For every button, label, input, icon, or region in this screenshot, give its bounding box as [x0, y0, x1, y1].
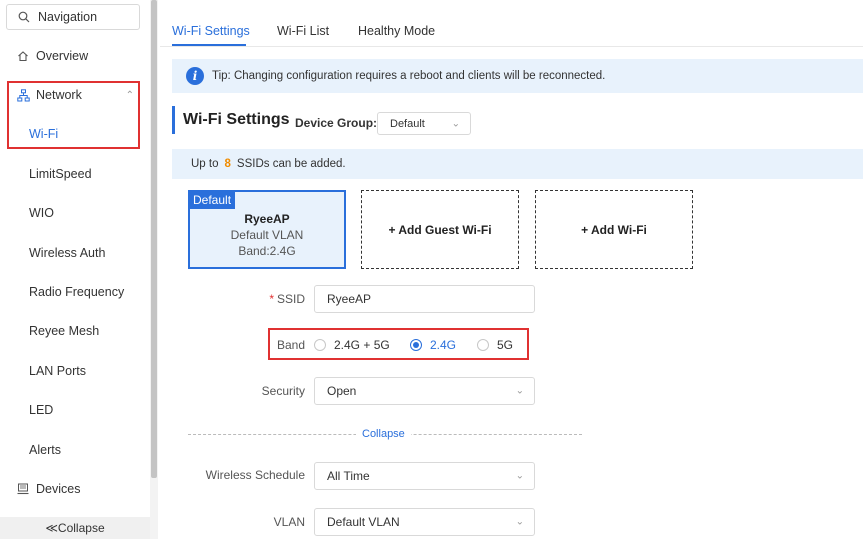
- device-group-select[interactable]: Default ⌄: [377, 112, 471, 135]
- wifi-card-band: Band:2.4G: [238, 243, 296, 258]
- sidebar-item-label: LED: [29, 403, 54, 417]
- collapse-link[interactable]: Collapse: [356, 428, 411, 440]
- device-group-label: Device Group:: [295, 116, 378, 130]
- wifi-card-ssid: RyeeAP: [244, 211, 290, 226]
- ssid-label: * SSID: [160, 292, 305, 306]
- sidebar-collapse-button[interactable]: ≪Collapse: [0, 517, 150, 539]
- sidebar-item-overview[interactable]: Overview: [0, 46, 150, 66]
- chevron-down-icon: ⌄: [515, 516, 524, 528]
- band-option-label: 5G: [497, 338, 514, 352]
- sidebar-item-network[interactable]: Network ⌃: [0, 85, 150, 105]
- sidebar-item-led[interactable]: LED: [0, 400, 150, 420]
- wireless-schedule-label: Wireless Schedule: [205, 468, 305, 482]
- network-icon: [16, 88, 30, 102]
- wifi-card-vlan: Default VLAN: [230, 227, 304, 242]
- ssid-limit-count: 8: [224, 158, 231, 170]
- sidebar-item-limitspeed[interactable]: LimitSpeed: [0, 164, 150, 184]
- sidebar-item-label: Wi-Fi: [29, 127, 59, 141]
- sidebar-item-wio[interactable]: WIO: [0, 203, 150, 223]
- sidebar-item-label: LimitSpeed: [29, 167, 92, 181]
- ssid-limit-info: Up to 8 SSIDs can be added.: [172, 149, 863, 179]
- search-icon: [17, 11, 31, 23]
- ssid-input-value: RyeeAP: [327, 292, 372, 306]
- sidebar-item-label: Reyee Mesh: [29, 324, 100, 338]
- wifi-card-default[interactable]: Default RyeeAP Default VLAN Band:2.4G: [188, 190, 346, 269]
- ssid-limit-prefix: Up to: [191, 158, 219, 170]
- ssid-label-text: SSID: [276, 292, 305, 306]
- security-value: Open: [327, 384, 357, 398]
- sidebar-item-lan-ports[interactable]: LAN Ports: [0, 361, 150, 381]
- default-badge: Default: [190, 192, 236, 209]
- device-group-value: Default: [390, 117, 425, 130]
- chevron-up-icon: ⌃: [125, 89, 134, 101]
- band-option-label: 2.4G: [430, 338, 457, 352]
- tab-wifi-settings[interactable]: Wi-Fi Settings: [172, 24, 250, 38]
- sidebar-item-label: Devices: [36, 482, 81, 496]
- ssid-limit-suffix: SSIDs can be added.: [236, 158, 346, 170]
- tab-bar: Wi-Fi Settings Wi-Fi List Healthy Mode: [160, 18, 863, 47]
- security-select[interactable]: Open ⌄: [314, 377, 535, 405]
- section-title: Wi-Fi Settings: [172, 106, 290, 134]
- home-icon: [16, 50, 30, 62]
- chevron-down-icon: ⌄: [515, 470, 524, 482]
- tab-active-indicator: [172, 44, 246, 46]
- vlan-label: VLAN: [273, 515, 305, 529]
- band-radio-2-4g[interactable]: 2.4G: [410, 338, 456, 352]
- sidebar-item-label: Overview: [36, 49, 89, 63]
- sidebar-item-label: LAN Ports: [29, 364, 86, 378]
- sidebar: Navigation Overview Network ⌃ Wi-Fi Limi…: [0, 0, 150, 539]
- band-option-label: 2.4G + 5G: [334, 338, 390, 352]
- band-radio-5g[interactable]: 5G: [477, 338, 513, 352]
- sidebar-item-label: Radio Frequency: [29, 285, 125, 299]
- radio-selected-icon: [410, 339, 422, 351]
- sidebar-item-label: WIO: [29, 206, 54, 220]
- add-guest-wifi-label: + Add Guest Wi-Fi: [388, 222, 492, 237]
- band-radio-dual[interactable]: 2.4G + 5G: [314, 338, 390, 352]
- sidebar-item-wifi[interactable]: Wi-Fi: [0, 124, 150, 144]
- page-title: Wi-Fi Settings: [183, 111, 290, 128]
- app-root: Navigation Overview Network ⌃ Wi-Fi Limi…: [0, 0, 863, 539]
- sidebar-item-reyee-mesh[interactable]: Reyee Mesh: [0, 321, 150, 341]
- security-label: Security: [261, 384, 305, 398]
- sidebar-item-radio-frequency[interactable]: Radio Frequency: [0, 282, 150, 302]
- sidebar-item-label: Wireless Auth: [29, 246, 106, 260]
- sidebar-item-devices[interactable]: Devices: [0, 479, 150, 499]
- sidebar-collapse-label: ≪Collapse: [45, 521, 105, 535]
- ssid-input[interactable]: RyeeAP: [314, 285, 535, 313]
- required-marker: *: [269, 292, 274, 306]
- sidebar-item-alerts[interactable]: Alerts: [0, 440, 150, 460]
- vlan-select[interactable]: Default VLAN ⌄: [314, 508, 535, 536]
- tip-banner: i Tip: Changing configuration requires a…: [172, 59, 863, 93]
- navigation-search[interactable]: Navigation: [6, 4, 140, 30]
- navigation-search-label: Navigation: [38, 10, 98, 24]
- tab-wifi-list[interactable]: Wi-Fi List: [277, 24, 329, 38]
- devices-icon: [16, 483, 30, 495]
- add-wifi-label: + Add Wi-Fi: [581, 222, 647, 237]
- sidebar-item-label: Alerts: [29, 443, 61, 457]
- main-content: Wi-Fi Settings Wi-Fi List Healthy Mode i…: [160, 0, 863, 539]
- info-icon: i: [186, 67, 204, 85]
- wireless-schedule-value: All Time: [327, 469, 370, 483]
- wireless-schedule-select[interactable]: All Time ⌄: [314, 462, 535, 490]
- vlan-value: Default VLAN: [327, 515, 400, 529]
- radio-icon: [477, 339, 489, 351]
- tab-healthy-mode[interactable]: Healthy Mode: [358, 24, 435, 38]
- sidebar-scrollbar[interactable]: [151, 0, 157, 478]
- radio-icon: [314, 339, 326, 351]
- chevron-down-icon: ⌄: [451, 118, 460, 129]
- add-wifi-button[interactable]: + Add Wi-Fi: [535, 190, 693, 269]
- add-guest-wifi-button[interactable]: + Add Guest Wi-Fi: [361, 190, 519, 269]
- chevron-down-icon: ⌄: [515, 385, 524, 397]
- band-label: Band: [277, 338, 306, 352]
- sidebar-item-label: Network: [36, 88, 82, 102]
- tip-text: Tip: Changing configuration requires a r…: [212, 70, 606, 82]
- sidebar-item-wireless-auth[interactable]: Wireless Auth: [0, 243, 150, 263]
